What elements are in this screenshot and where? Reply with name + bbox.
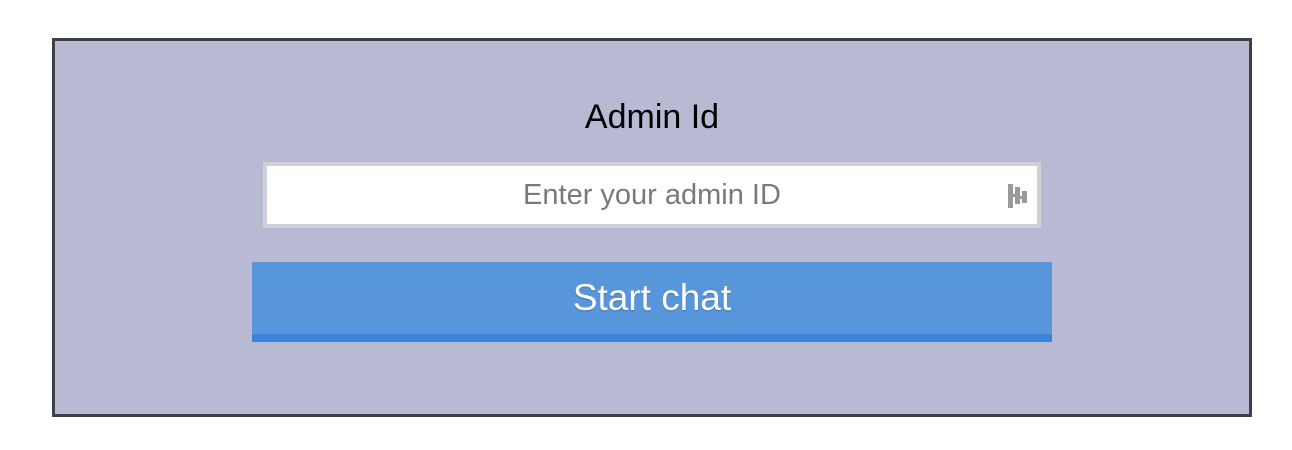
admin-id-field-container — [263, 162, 1041, 228]
start-chat-button[interactable]: Start chat — [252, 262, 1052, 342]
admin-id-input[interactable] — [267, 166, 1037, 224]
admin-id-label: Admin Id — [584, 98, 720, 136]
admin-login-panel: Admin Id Start chat — [52, 38, 1252, 417]
password-manager-icon[interactable] — [1007, 182, 1029, 210]
